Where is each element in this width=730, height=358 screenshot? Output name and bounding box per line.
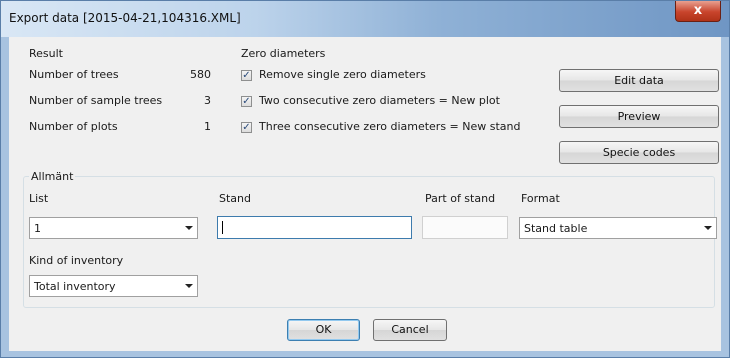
stand-input[interactable] <box>217 216 412 239</box>
dialog-body: Result Number of trees 580 Number of sam… <box>9 37 721 351</box>
two-zero-new-plot-checkbox[interactable]: ✓ <box>241 96 252 107</box>
plots-value: 1 <box>204 120 211 133</box>
kind-of-inventory-value: Total inventory <box>34 280 116 293</box>
cancel-button[interactable]: Cancel <box>373 319 447 341</box>
format-label: Format <box>521 192 560 205</box>
title-bar[interactable]: Export data [2015-04-21,104316.XML] x <box>1 1 729 37</box>
format-dropdown[interactable]: Stand table <box>519 217 717 239</box>
kind-of-inventory-dropdown[interactable]: Total inventory <box>29 275 198 297</box>
close-button[interactable]: x <box>675 1 721 22</box>
list-label: List <box>29 192 49 205</box>
close-icon: x <box>693 3 703 18</box>
window-title: Export data [2015-04-21,104316.XML] <box>9 11 241 25</box>
three-zero-new-stand-label: Three consecutive zero diameters = New s… <box>259 120 521 133</box>
trees-value: 580 <box>190 68 211 81</box>
part-of-stand-input[interactable] <box>422 216 508 239</box>
zero-diameters-label: Zero diameters <box>241 47 326 60</box>
ok-button[interactable]: OK <box>287 319 360 341</box>
chevron-down-icon <box>185 284 193 288</box>
specie-codes-button[interactable]: Specie codes <box>559 141 719 164</box>
format-value: Stand table <box>524 222 588 235</box>
list-dropdown[interactable]: 1 <box>29 217 198 239</box>
plots-label: Number of plots <box>29 120 118 133</box>
sample-trees-label: Number of sample trees <box>29 94 163 107</box>
text-caret <box>222 221 223 234</box>
list-value: 1 <box>34 222 41 235</box>
three-zero-new-stand-checkbox[interactable]: ✓ <box>241 122 252 133</box>
kind-of-inventory-label: Kind of inventory <box>29 254 124 267</box>
trees-label: Number of trees <box>29 68 119 81</box>
preview-button[interactable]: Preview <box>559 105 719 128</box>
remove-single-zero-label: Remove single zero diameters <box>259 68 426 81</box>
chevron-down-icon <box>704 226 712 230</box>
sample-trees-value: 3 <box>204 94 211 107</box>
stand-label: Stand <box>219 192 251 205</box>
result-label: Result <box>29 47 63 60</box>
export-data-dialog: Export data [2015-04-21,104316.XML] x Re… <box>0 0 730 358</box>
chevron-down-icon <box>185 226 193 230</box>
remove-single-zero-checkbox[interactable]: ✓ <box>241 70 252 81</box>
edit-data-button[interactable]: Edit data <box>559 69 719 92</box>
general-group-title: Allmänt <box>29 170 76 183</box>
part-of-stand-label: Part of stand <box>425 192 496 205</box>
two-zero-new-plot-label: Two consecutive zero diameters = New plo… <box>259 94 500 107</box>
